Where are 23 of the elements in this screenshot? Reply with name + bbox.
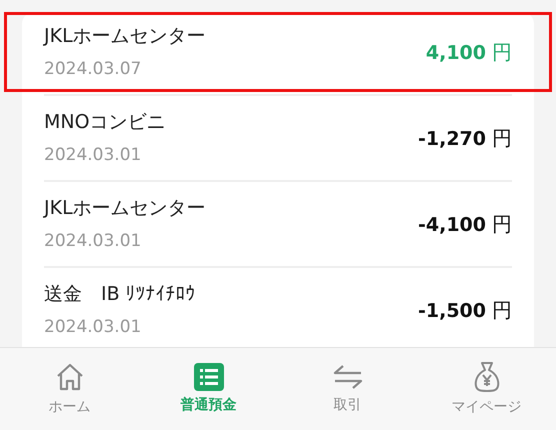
payee-name: 送金 IB ﾘﾂﾅｲﾁﾛｳ	[44, 282, 196, 307]
transaction-date: 2024.03.07	[44, 58, 142, 80]
transaction-date: 2024.03.01	[44, 144, 142, 166]
transaction-row[interactable]: JKLホームセンター 2024.03.01 -4,100 円	[4, 184, 552, 264]
payee-name: JKLホームセンター	[44, 24, 206, 49]
amount: -1,270	[418, 126, 486, 152]
arrows-icon	[332, 362, 362, 390]
currency-unit: 円	[492, 296, 512, 324]
transaction-date: 2024.03.01	[44, 316, 142, 338]
transaction-row[interactable]: JKLホームセンター 2024.03.07 4,100 円	[4, 12, 552, 92]
transaction-date: 2024.03.01	[44, 230, 142, 252]
payee-name: MNOコンビニ	[44, 110, 166, 135]
money-bag-icon	[474, 360, 500, 392]
payee-name: JKLホームセンター	[44, 196, 206, 221]
currency-unit: 円	[492, 38, 512, 66]
transaction-row[interactable]: MNOコンビニ 2024.03.01 -1,270 円	[4, 98, 552, 178]
list-icon	[194, 362, 224, 390]
currency-unit: 円	[492, 210, 512, 238]
currency-unit: 円	[492, 124, 512, 152]
amount: -4,100	[418, 212, 486, 238]
transaction-row[interactable]: 送金 IB ﾘﾂﾅｲﾁﾛｳ 2024.03.01 -1,500 円	[4, 270, 552, 347]
amount: 4,100	[426, 40, 486, 66]
amount: -1,500	[418, 298, 486, 324]
